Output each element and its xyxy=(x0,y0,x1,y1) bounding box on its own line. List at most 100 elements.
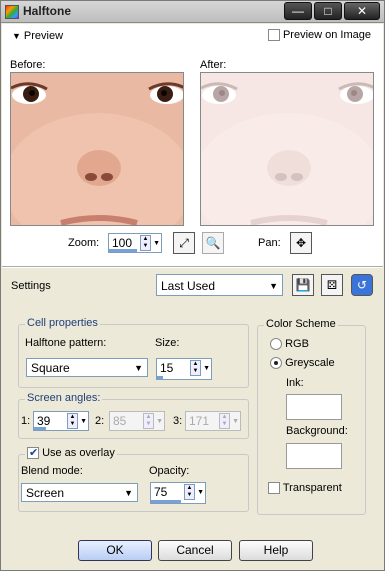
settings-preset-dropdown[interactable]: Last Used ▼ xyxy=(156,274,283,296)
size-dropdown-icon[interactable]: ▼ xyxy=(203,365,210,372)
halftone-pattern-label: Halftone pattern: xyxy=(25,337,107,349)
dice-icon: ⚄ xyxy=(326,278,338,292)
angle-3-dropdown-icon: ▼ xyxy=(232,418,239,425)
blend-mode-dropdown[interactable]: Screen ▼ xyxy=(21,483,138,502)
randomize-button[interactable]: ⚄ xyxy=(321,274,343,296)
chevron-down-icon: ▼ xyxy=(124,488,133,498)
blend-mode-value: Screen xyxy=(26,486,65,500)
angle-1-slider-track[interactable] xyxy=(34,427,46,430)
transparent-toggle[interactable]: Transparent xyxy=(268,482,342,495)
greyscale-label: Greyscale xyxy=(285,357,335,369)
zoom-stepper[interactable]: 100 ▲ ▼ ▼ xyxy=(108,233,162,253)
transparent-checkbox[interactable] xyxy=(268,482,280,495)
preview-header-label: Preview xyxy=(23,30,64,42)
angle-1-value: 39 xyxy=(37,414,51,428)
angle-3-stepper: 171 ▲ ▼ ▼ xyxy=(185,411,241,431)
opacity-slider-track[interactable] xyxy=(151,500,181,503)
help-button[interactable]: Help xyxy=(239,540,313,561)
before-face-illustration xyxy=(11,73,183,225)
angle-2-stepper: 85 ▲ ▼ ▼ xyxy=(109,411,165,431)
ink-color-swatch[interactable] xyxy=(286,394,342,420)
use-as-overlay-toggle[interactable]: Use as overlay xyxy=(25,446,117,460)
greyscale-radio-option[interactable]: Greyscale xyxy=(270,357,335,370)
rgb-label: RGB xyxy=(285,338,309,350)
size-value: 15 xyxy=(160,361,174,375)
background-label: Background: xyxy=(286,425,348,437)
window-title: Halftone xyxy=(23,4,71,18)
ink-label: Ink: xyxy=(286,377,304,389)
pan-label: Pan: xyxy=(258,237,281,249)
preview-on-image-label: Preview on Image xyxy=(282,29,371,41)
zoom-to-fit-button[interactable]: ⤢ xyxy=(173,232,195,254)
reset-button[interactable]: ↺ xyxy=(351,274,373,296)
pan-move-icon: ✥ xyxy=(295,236,307,250)
cell-properties-title: Cell properties xyxy=(25,317,100,329)
size-spin-arrows-icon[interactable]: ▲ ▼ xyxy=(190,360,201,376)
angle-2-spin-arrows-icon: ▲ ▼ xyxy=(143,413,154,429)
zoom-spin-arrows-icon[interactable]: ▲ ▼ xyxy=(140,235,151,251)
zoom-dropdown-icon[interactable]: ▼ xyxy=(153,240,160,247)
opacity-label: Opacity: xyxy=(149,465,190,477)
use-as-overlay-label: Use as overlay xyxy=(42,447,115,459)
collapse-triangle-icon[interactable]: ▼ xyxy=(12,31,21,41)
after-face-illustration xyxy=(201,73,373,225)
angle-1-stepper[interactable]: 39 ▲ ▼ ▼ xyxy=(33,411,89,431)
angle-2-label: 2: xyxy=(95,415,105,427)
after-label: After: xyxy=(200,59,227,71)
angle-2-value: 85 xyxy=(113,414,127,428)
overlay-group: Use as overlay Blend mode: Screen ▼ Opac… xyxy=(18,446,249,512)
pan-button[interactable]: ✥ xyxy=(290,232,312,254)
magnifier-icon: 🔍 xyxy=(205,236,221,250)
opacity-dropdown-icon[interactable]: ▼ xyxy=(197,489,204,496)
cell-properties-group: Cell properties Halftone pattern: Square… xyxy=(18,317,249,388)
angle-3-spin-arrows-icon: ▲ ▼ xyxy=(219,413,230,429)
preview-on-image-checkbox[interactable] xyxy=(267,29,280,42)
before-preview-image[interactable] xyxy=(10,72,184,226)
rgb-radio-option[interactable]: RGB xyxy=(270,338,309,351)
angle-3-label: 3: xyxy=(173,415,183,427)
opacity-value: 75 xyxy=(154,485,168,499)
close-button[interactable]: ✕ xyxy=(344,2,380,20)
halftone-pattern-dropdown[interactable]: Square ▼ xyxy=(26,358,148,377)
greyscale-radio[interactable] xyxy=(270,357,282,370)
zoom-magnifier-button[interactable]: 🔍 xyxy=(202,232,224,254)
halftone-app-icon xyxy=(5,5,19,19)
angle-2-dropdown-icon: ▼ xyxy=(156,418,163,425)
halftone-dialog: Halftone — □ ✕ ▼ Preview Preview on Image… xyxy=(0,0,385,571)
settings-label: Settings xyxy=(11,280,51,292)
cancel-button[interactable]: Cancel xyxy=(158,540,232,561)
blend-mode-label: Blend mode: xyxy=(21,465,83,477)
preview-panel: ▼ Preview Preview on Image Before: After: xyxy=(2,24,383,268)
save-preset-button[interactable]: 💾 xyxy=(292,274,314,296)
color-scheme-group: Color Scheme RGB Greyscale Ink: Backgrou… xyxy=(257,318,366,515)
screen-angles-group: Screen angles: 1: 39 ▲ ▼ ▼ 2: 85 ▲ ▼ ▼ 3: … xyxy=(18,392,249,439)
use-as-overlay-checkbox[interactable] xyxy=(27,446,39,460)
size-stepper[interactable]: 15 ▲ ▼ ▼ xyxy=(156,358,212,380)
opacity-spin-arrows-icon[interactable]: ▲ ▼ xyxy=(184,484,195,500)
preview-on-image-toggle[interactable]: Preview on Image xyxy=(267,29,371,42)
opacity-stepper[interactable]: 75 ▲ ▼ ▼ xyxy=(150,482,206,504)
transparent-label: Transparent xyxy=(282,482,342,494)
angle-1-spin-arrows-icon[interactable]: ▲ ▼ xyxy=(67,413,78,429)
angle-1-label: 1: xyxy=(21,415,31,427)
maximize-button[interactable]: □ xyxy=(314,2,342,20)
chevron-down-icon: ▼ xyxy=(134,363,143,373)
rgb-radio[interactable] xyxy=(270,338,282,351)
zoom-row: Zoom: 100 ▲ ▼ ▼ ⤢ 🔍 Pan: ✥ xyxy=(2,230,383,256)
size-label: Size: xyxy=(155,337,180,349)
size-slider-track[interactable] xyxy=(157,376,163,379)
preview-settings-divider xyxy=(2,266,383,267)
minimize-button[interactable]: — xyxy=(284,2,312,20)
zoom-value: 100 xyxy=(112,236,133,250)
angle-3-value: 171 xyxy=(189,414,210,428)
screen-angles-title: Screen angles: xyxy=(25,392,103,404)
ok-button[interactable]: OK xyxy=(78,540,152,561)
chevron-down-icon: ▼ xyxy=(269,281,278,291)
title-bar: Halftone — □ ✕ xyxy=(1,1,384,23)
after-preview-image[interactable] xyxy=(200,72,374,226)
preview-header[interactable]: ▼ Preview xyxy=(12,30,63,42)
zoom-slider-track[interactable] xyxy=(109,249,137,252)
before-label: Before: xyxy=(10,59,46,71)
angle-1-dropdown-icon[interactable]: ▼ xyxy=(80,418,87,425)
background-color-swatch[interactable] xyxy=(286,443,342,469)
